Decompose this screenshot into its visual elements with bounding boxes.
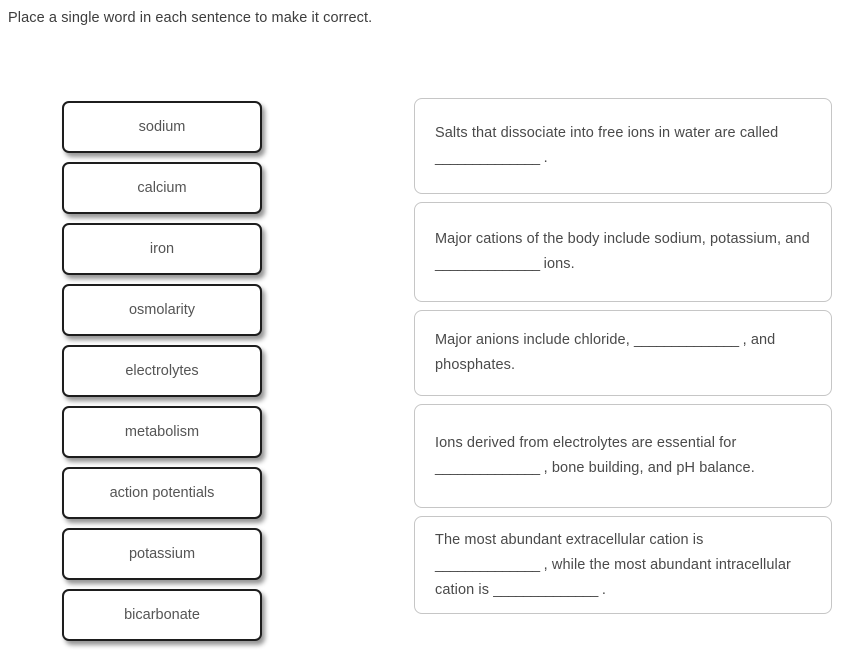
sentence-card[interactable]: Major cations of the body include sodium… xyxy=(414,202,832,302)
answer-blank[interactable]: ______________ xyxy=(493,582,598,598)
sentence-card[interactable]: Salts that dissociate into free ions in … xyxy=(414,98,832,194)
sentence-text: Ions derived from electrolytes are essen… xyxy=(435,431,811,481)
sentence-card[interactable]: The most abundant extracellular cation i… xyxy=(414,516,832,614)
sentence-text-post: . xyxy=(597,581,606,598)
sentence-text: Major anions include chloride, _________… xyxy=(435,328,811,378)
sentence-text-post: , bone building, and pH balance. xyxy=(539,460,755,476)
word-tile-label: metabolism xyxy=(124,424,200,440)
word-tile-potassium[interactable]: potassium xyxy=(62,528,262,580)
sentence-text: Major cations of the body include sodium… xyxy=(435,227,811,277)
sentence-text: The most abundant extracellular cation i… xyxy=(435,528,811,603)
answer-blank[interactable]: ______________ xyxy=(435,256,540,272)
sentence-text-pre: The most abundant extracellular cation i… xyxy=(435,531,704,548)
sentence-text: Salts that dissociate into free ions in … xyxy=(435,121,811,171)
word-tile-bicarbonate[interactable]: bicarbonate xyxy=(62,589,262,641)
word-tile-sodium[interactable]: sodium xyxy=(62,101,262,153)
word-tile-label: iron xyxy=(149,241,175,257)
sentence-card[interactable]: Ions derived from electrolytes are essen… xyxy=(414,404,832,508)
word-tile-action-potentials[interactable]: action potentials xyxy=(62,467,262,519)
sentence-list: Salts that dissociate into free ions in … xyxy=(414,98,832,622)
word-tile-osmolarity[interactable]: osmolarity xyxy=(62,284,262,336)
word-tile-label: bicarbonate xyxy=(124,607,200,623)
sentence-text-pre: Major anions include chloride, xyxy=(435,332,634,348)
sentence-text-post: . xyxy=(539,150,548,166)
sentence-card[interactable]: Major anions include chloride, _________… xyxy=(414,310,832,396)
word-tile-label: potassium xyxy=(128,546,196,562)
sentence-text-pre: Ions derived from electrolytes are essen… xyxy=(435,435,737,451)
word-tile-iron[interactable]: iron xyxy=(62,223,262,275)
word-tile-label: osmolarity xyxy=(128,302,196,318)
word-tile-label: electrolytes xyxy=(125,363,199,379)
answer-blank[interactable]: ______________ xyxy=(435,557,540,573)
answer-blank[interactable]: ______________ xyxy=(634,332,739,348)
word-tile-electrolytes[interactable]: electrolytes xyxy=(62,345,262,397)
word-tile-metabolism[interactable]: metabolism xyxy=(62,406,262,458)
word-tile-label: sodium xyxy=(138,119,186,135)
word-tile-label: action potentials xyxy=(109,485,215,501)
answer-blank[interactable]: ______________ xyxy=(435,460,540,476)
sentence-text-pre: Major cations of the body include sodium… xyxy=(435,231,810,247)
sentence-text-pre: Salts that dissociate into free ions in … xyxy=(435,125,779,141)
word-bank: sodium calcium iron osmolarity electroly… xyxy=(62,101,262,650)
sentence-text-post: ions. xyxy=(539,256,575,272)
word-tile-calcium[interactable]: calcium xyxy=(62,162,262,214)
answer-blank[interactable]: ______________ xyxy=(435,150,540,166)
page-instruction: Place a single word in each sentence to … xyxy=(8,10,373,26)
word-tile-label: calcium xyxy=(137,180,187,196)
